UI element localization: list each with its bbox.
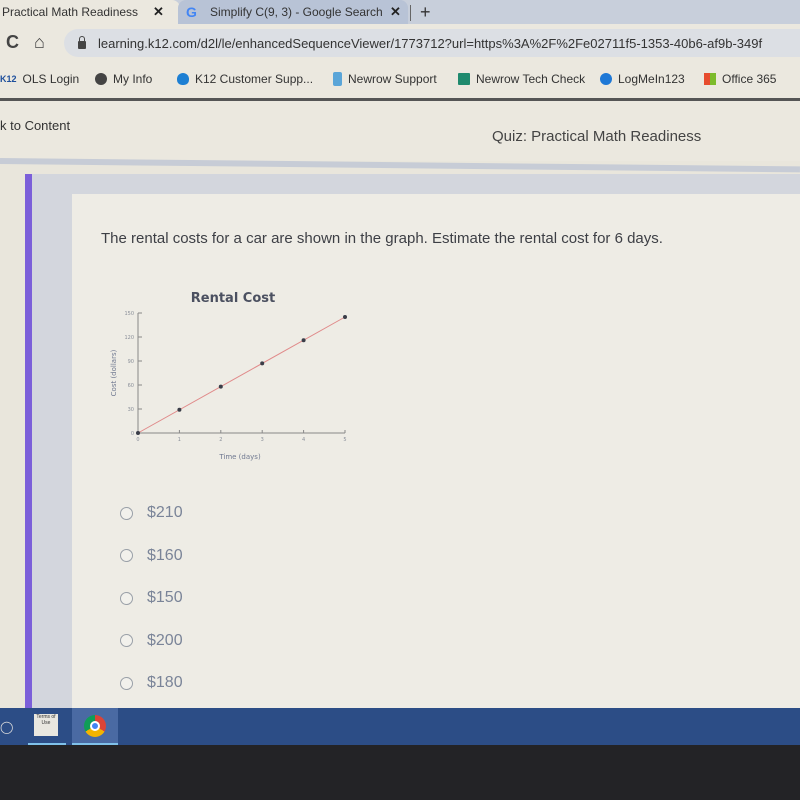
newrow-icon <box>333 72 342 86</box>
bookmark-label: OLS Login <box>22 72 80 86</box>
answer-label: $200 <box>147 631 183 649</box>
x-tick-label: 2 <box>219 437 222 443</box>
logmein-icon <box>600 73 612 85</box>
browser-toolbar: C ⌂ learning.k12.com/d2l/le/enhancedSequ… <box>0 24 800 62</box>
x-tick-label: 0 <box>136 437 139 443</box>
newrow-check-icon <box>458 73 470 85</box>
x-tick-label: 5 <box>343 437 346 443</box>
tab-title: Practical Math Readiness <box>2 5 139 19</box>
x-tick-label: 1 <box>178 437 181 443</box>
bookmark-label: K12 Customer Supp... <box>195 72 314 86</box>
y-tick-label: 60 <box>128 383 134 389</box>
data-point <box>177 407 182 412</box>
y-axis-label: Cost (dollars) <box>110 349 118 396</box>
chart-title: Rental Cost <box>191 291 275 306</box>
y-tick-label: 150 <box>124 311 134 317</box>
k12-icon: K12 <box>0 74 17 84</box>
radio-button[interactable] <box>120 676 133 690</box>
rental-cost-chart: Rental Cost 0 30 60 90 120 150 0 1 2 3 4 5 Time (d… <box>110 291 347 461</box>
y-tick-label: 120 <box>124 335 134 341</box>
lock-icon <box>78 36 86 49</box>
y-tick-label: 30 <box>128 407 134 413</box>
bookmark-ols-login[interactable]: K12 OLS Login <box>0 72 79 86</box>
answer-options: $210 $160 $150 $200 $180 <box>120 492 183 705</box>
close-tab-icon[interactable]: ✕ <box>390 4 401 20</box>
launcher-icon[interactable]: ◯ <box>0 720 13 734</box>
bookmark-my-info[interactable]: My Info <box>95 72 152 86</box>
answer-label: $210 <box>147 504 183 522</box>
close-tab-icon[interactable]: ✕ <box>153 4 164 20</box>
taskbar: ◯ Terms of Use <box>0 708 800 745</box>
quiz-title: Quiz: Practical Math Readiness <box>492 128 702 145</box>
y-ticks: 0 30 60 90 120 150 <box>124 311 142 437</box>
answer-label: $160 <box>147 546 183 564</box>
bookmark-label: Newrow Support <box>348 72 437 86</box>
bookmark-office-365[interactable]: Office 365 <box>704 72 776 86</box>
bookmark-label: Office 365 <box>722 72 777 86</box>
new-tab-button[interactable]: + <box>420 2 431 23</box>
x-tick-label: 4 <box>302 437 305 443</box>
data-point <box>136 431 140 435</box>
page-header: k to Content Quiz: Practical Math Readin… <box>0 101 800 161</box>
y-tick-label: 0 <box>131 431 134 437</box>
bookmark-k12-customer-support[interactable]: K12 Customer Supp... <box>177 72 313 86</box>
office-icon <box>704 73 716 85</box>
data-point <box>301 338 306 343</box>
browser-tab-bar: Practical Math Readiness ✕ G Simplify C(… <box>0 0 800 24</box>
bookmark-newrow-support[interactable]: Newrow Support <box>333 72 437 86</box>
bookmark-label: LogMeIn123 <box>618 72 685 86</box>
data-point <box>260 361 265 366</box>
radio-button[interactable] <box>120 634 133 648</box>
x-axis-label: Time (days) <box>218 453 261 461</box>
x-tick-label: 3 <box>261 437 264 443</box>
reload-icon[interactable]: C <box>6 32 19 53</box>
y-tick-label: 90 <box>128 359 134 365</box>
back-to-content-link[interactable]: k to Content <box>0 118 70 133</box>
screen: Practical Math Readiness ✕ G Simplify C(… <box>0 0 800 745</box>
answer-label: $180 <box>147 674 183 692</box>
cloud-icon <box>177 73 189 85</box>
globe-icon <box>95 73 107 85</box>
answer-option[interactable]: $200 <box>120 620 183 663</box>
x-ticks: 0 1 2 3 4 5 <box>136 430 347 443</box>
answer-option[interactable]: $210 <box>120 492 183 535</box>
tab-separator <box>410 5 411 21</box>
trend-line <box>137 316 346 434</box>
chrome-icon <box>84 715 106 737</box>
data-point <box>343 315 347 319</box>
address-bar[interactable]: learning.k12.com/d2l/le/enhancedSequence… <box>64 29 800 57</box>
url-text[interactable]: learning.k12.com/d2l/le/enhancedSequence… <box>98 36 762 51</box>
bookmark-label: Newrow Tech Check <box>476 72 586 86</box>
tab-title: Simplify C(9, 3) - Google Search <box>210 5 383 19</box>
google-icon: G <box>186 4 197 20</box>
taskbar-terms-of-use[interactable]: Terms of Use <box>28 708 66 745</box>
bookmarks-bar: K12 OLS Login My Info K12 Customer Supp.… <box>0 62 800 101</box>
answer-label: $150 <box>147 589 183 607</box>
radio-button[interactable] <box>120 549 133 563</box>
data-point <box>218 384 223 389</box>
bookmark-logmein123[interactable]: LogMeIn123 <box>600 72 685 86</box>
taskbar-chrome[interactable] <box>72 708 118 745</box>
tab-practical-math-readiness[interactable]: Practical Math Readiness ✕ <box>0 0 180 24</box>
accent-bar <box>25 174 32 714</box>
bookmark-label: My Info <box>113 72 153 86</box>
tab-google-search[interactable]: G Simplify C(9, 3) - Google Search ✕ <box>178 0 408 24</box>
monitor-bezel <box>0 745 800 800</box>
answer-option[interactable]: $160 <box>120 535 183 578</box>
radio-button[interactable] <box>120 591 133 605</box>
answer-option[interactable]: $150 <box>120 577 183 620</box>
terms-of-use-icon: Terms of Use <box>34 714 58 736</box>
bookmark-newrow-tech-check[interactable]: Newrow Tech Check <box>458 72 585 86</box>
answer-option[interactable]: $180 <box>120 662 183 705</box>
home-icon[interactable]: ⌂ <box>34 32 45 53</box>
question-text: The rental costs for a car are shown in … <box>101 230 663 247</box>
radio-button[interactable] <box>120 506 133 520</box>
